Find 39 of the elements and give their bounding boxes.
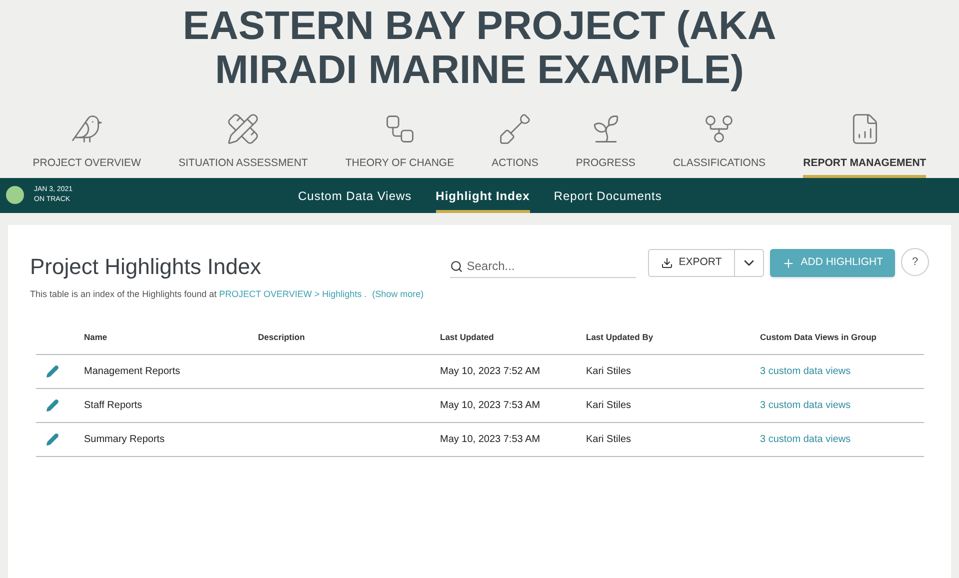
custom-data-views-link[interactable]: 3 custom data views [760,364,851,378]
help-button[interactable]: ? [901,248,929,276]
download-icon [660,257,673,269]
search-field[interactable]: Search... [466,257,627,275]
nav-tab[interactable]: PROGRESS [576,112,636,178]
custom-data-views-link[interactable]: 3 custom data views [760,432,851,446]
nav-tab[interactable]: ACTIONS [492,112,538,178]
table-cell-text: Management Reports [84,364,182,378]
table-cell-text: Summary Reports [84,432,166,446]
table-cell-text: Kari Stiles [586,432,632,446]
search-icon [450,260,463,272]
table-cell-text: May 10, 2023 7:52 AM [440,364,542,378]
table-cell-text: Kari Stiles [586,364,632,378]
pencil-icon [46,398,59,412]
nav-tab[interactable]: PROJECT OVERVIEW [32,112,141,178]
description-text: This table is an index of the Highlights found at PROJECT OVERVIEW > Highlights . (Show more) [30,288,424,301]
column-header: Description [258,331,306,344]
table-cell-text: Staff Reports [84,398,144,412]
table-cell-text: May 10, 2023 7:53 AM [440,432,542,446]
pencil-ruler-icon [226,112,260,146]
nav-tab[interactable]: SITUATION ASSESSMENT [178,112,308,178]
nav-tab[interactable]: CLASSIFICATIONS [672,112,766,178]
sub-tab[interactable]: Custom Data Views [298,178,412,213]
nav-tab[interactable]: THEORY OF CHANGE [345,112,454,178]
table-cell-text: May 10, 2023 7:53 AM [440,398,542,412]
pencil-icon [46,364,59,378]
column-header: Last Updated By [586,331,654,344]
pencil-icon [46,432,59,446]
plus-icon [782,256,795,270]
shovel-icon [498,112,532,146]
column-header: Name [84,331,108,344]
column-header: Last Updated [440,331,495,344]
custom-data-views-link[interactable]: 3 custom data views [760,398,851,412]
table-cell-text: Kari Stiles [586,398,632,412]
section-heading: Project Highlights Index [30,253,262,281]
column-header: Custom Data Views in Group [760,331,878,344]
sub-tab[interactable]: Highlight Index [436,178,530,213]
page-title: EASTERN BAY PROJECT (AKA MIRADI MARINE EXAMPLE) [182,3,778,94]
sub-tab[interactable]: Report Documents [554,178,662,213]
